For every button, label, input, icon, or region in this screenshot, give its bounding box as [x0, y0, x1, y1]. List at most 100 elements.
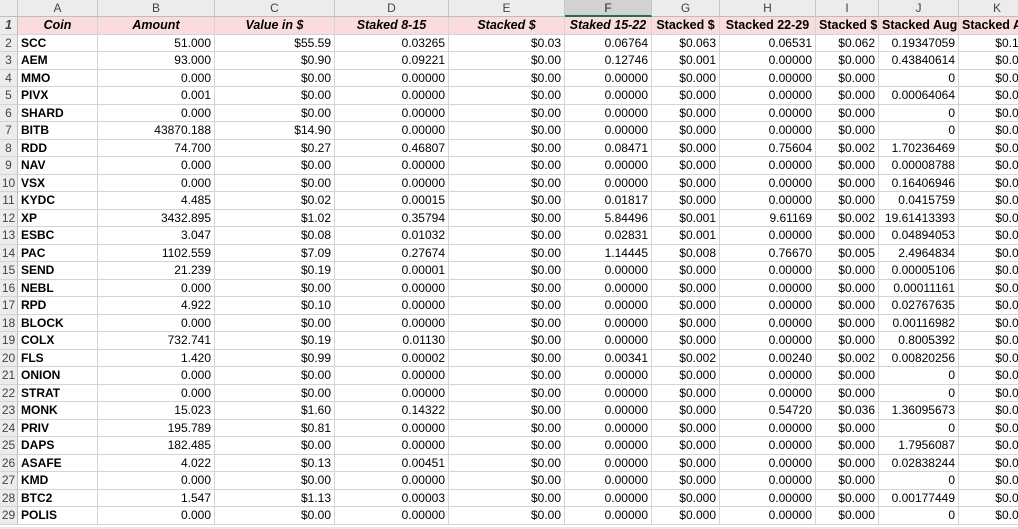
header-cell-c[interactable]: Value in $ [215, 17, 335, 35]
value-cell[interactable]: 0.00116982 [879, 314, 959, 332]
value-cell[interactable]: 0.01032 [335, 227, 449, 245]
value-cell[interactable]: $0.00 [449, 297, 565, 315]
value-cell[interactable]: $0.000 [652, 419, 720, 437]
header-cell-b[interactable]: Amount [98, 17, 215, 35]
value-cell[interactable]: 0.00451 [335, 454, 449, 472]
column-header-e[interactable]: E [449, 0, 565, 17]
value-cell[interactable]: $1.13 [215, 489, 335, 507]
row-header[interactable]: 9 [0, 157, 18, 175]
value-cell[interactable]: $0.000 [652, 104, 720, 122]
value-cell[interactable]: $0.000 [959, 70, 1018, 87]
value-cell[interactable]: 0.00000 [720, 87, 816, 105]
value-cell[interactable]: 4.485 [98, 192, 215, 210]
value-cell[interactable]: $0.00 [449, 52, 565, 70]
row-header[interactable]: 10 [0, 174, 18, 192]
value-cell[interactable]: $0.000 [652, 122, 720, 140]
header-cell-g[interactable]: Stacked $ [652, 17, 720, 35]
value-cell[interactable]: $0.000 [652, 139, 720, 157]
value-cell[interactable]: 0.76670 [720, 244, 816, 262]
value-cell[interactable]: 0.02831 [565, 227, 652, 245]
value-cell[interactable]: $0.00 [215, 87, 335, 105]
row-header[interactable]: 15 [0, 262, 18, 280]
column-header-b[interactable]: B [98, 0, 215, 17]
coin-cell[interactable]: AEM [18, 52, 98, 70]
value-cell[interactable]: $0.000 [959, 157, 1018, 175]
value-cell[interactable]: 0.00000 [565, 262, 652, 280]
header-cell-k[interactable]: Stacked Aug $ [959, 17, 1018, 35]
value-cell[interactable]: 0.00008788 [879, 157, 959, 175]
row-header[interactable]: 12 [0, 209, 18, 227]
value-cell[interactable]: $0.00 [449, 69, 565, 87]
value-cell[interactable]: 0 [879, 104, 959, 122]
value-cell[interactable]: $0.000 [652, 332, 720, 350]
value-cell[interactable]: $0.000 [959, 472, 1018, 490]
value-cell[interactable]: $0.000 [652, 69, 720, 87]
value-cell[interactable]: 9.61169 [720, 209, 816, 227]
row-header[interactable]: 4 [0, 69, 18, 87]
value-cell[interactable]: 0.35794 [335, 209, 449, 227]
value-cell[interactable]: 0.00000 [720, 384, 816, 402]
value-cell[interactable]: 0.00000 [565, 332, 652, 350]
value-cell[interactable]: $0.00 [215, 174, 335, 192]
value-cell[interactable]: $0.000 [816, 384, 879, 402]
value-cell[interactable]: $0.002 [816, 349, 879, 367]
value-cell[interactable]: 0.00000 [335, 122, 449, 140]
value-cell[interactable]: $0.000 [652, 507, 720, 525]
row-header[interactable]: 8 [0, 139, 18, 157]
value-cell[interactable]: $0.000 [652, 489, 720, 507]
value-cell[interactable]: 1.7956087 [879, 437, 959, 455]
value-cell[interactable]: 0 [879, 367, 959, 385]
header-cell-j[interactable]: Stacked Aug [879, 17, 959, 35]
coin-cell[interactable]: BTC2 [18, 489, 98, 507]
column-header-d[interactable]: D [335, 0, 449, 17]
coin-cell[interactable]: PIVX [18, 87, 98, 105]
column-header-a[interactable]: A [18, 0, 98, 17]
value-cell[interactable]: $0.000 [959, 437, 1018, 455]
value-cell[interactable]: 0.00000 [335, 419, 449, 437]
value-cell[interactable]: 43870.188 [98, 122, 215, 140]
value-cell[interactable]: 0.00000 [565, 174, 652, 192]
value-cell[interactable]: $0.000 [816, 157, 879, 175]
value-cell[interactable]: $0.000 [652, 367, 720, 385]
row-header[interactable]: 24 [0, 419, 18, 437]
value-cell[interactable]: $0.008 [652, 244, 720, 262]
value-cell[interactable]: 0.00000 [565, 87, 652, 105]
value-cell[interactable]: $0.000 [816, 104, 879, 122]
value-cell[interactable]: 0.00002 [335, 349, 449, 367]
value-cell[interactable]: $0.000 [816, 472, 879, 490]
coin-cell[interactable]: NAV [18, 157, 98, 175]
value-cell[interactable]: 0 [879, 472, 959, 490]
value-cell[interactable]: $0.000 [816, 87, 879, 105]
value-cell[interactable]: $0.000 [652, 174, 720, 192]
value-cell[interactable]: 0.02767635 [879, 297, 959, 315]
value-cell[interactable]: $0.000 [652, 472, 720, 490]
value-cell[interactable]: $0.001 [652, 209, 720, 227]
row-header[interactable]: 7 [0, 122, 18, 140]
column-header-h[interactable]: H [720, 0, 816, 17]
value-cell[interactable]: $0.000 [816, 279, 879, 297]
value-cell[interactable]: $0.000 [816, 122, 879, 140]
value-cell[interactable]: 0.12746 [565, 52, 652, 70]
value-cell[interactable]: 1.14445 [565, 244, 652, 262]
coin-cell[interactable]: BLOCK [18, 314, 98, 332]
value-cell[interactable]: 0.00000 [565, 69, 652, 87]
value-cell[interactable]: 0.00000 [565, 104, 652, 122]
coin-cell[interactable]: RDD [18, 139, 98, 157]
value-cell[interactable]: $0.00 [215, 384, 335, 402]
value-cell[interactable]: $0.000 [959, 367, 1018, 385]
row-header[interactable]: 5 [0, 87, 18, 105]
value-cell[interactable]: $1.60 [215, 402, 335, 420]
value-cell[interactable]: $0.00 [449, 454, 565, 472]
value-cell[interactable]: $0.062 [816, 34, 879, 52]
row-header[interactable]: 28 [0, 489, 18, 507]
value-cell[interactable]: $0.078 [959, 402, 1018, 420]
value-cell[interactable]: $0.000 [652, 192, 720, 210]
value-cell[interactable]: $0.000 [816, 367, 879, 385]
value-cell[interactable]: 0.00000 [720, 314, 816, 332]
coin-cell[interactable]: ASAFE [18, 454, 98, 472]
value-cell[interactable]: $0.81 [215, 419, 335, 437]
value-cell[interactable]: 0.00000 [565, 419, 652, 437]
value-cell[interactable]: $0.000 [816, 192, 879, 210]
value-cell[interactable]: 0.00000 [565, 489, 652, 507]
value-cell[interactable]: 0.00000 [565, 437, 652, 455]
